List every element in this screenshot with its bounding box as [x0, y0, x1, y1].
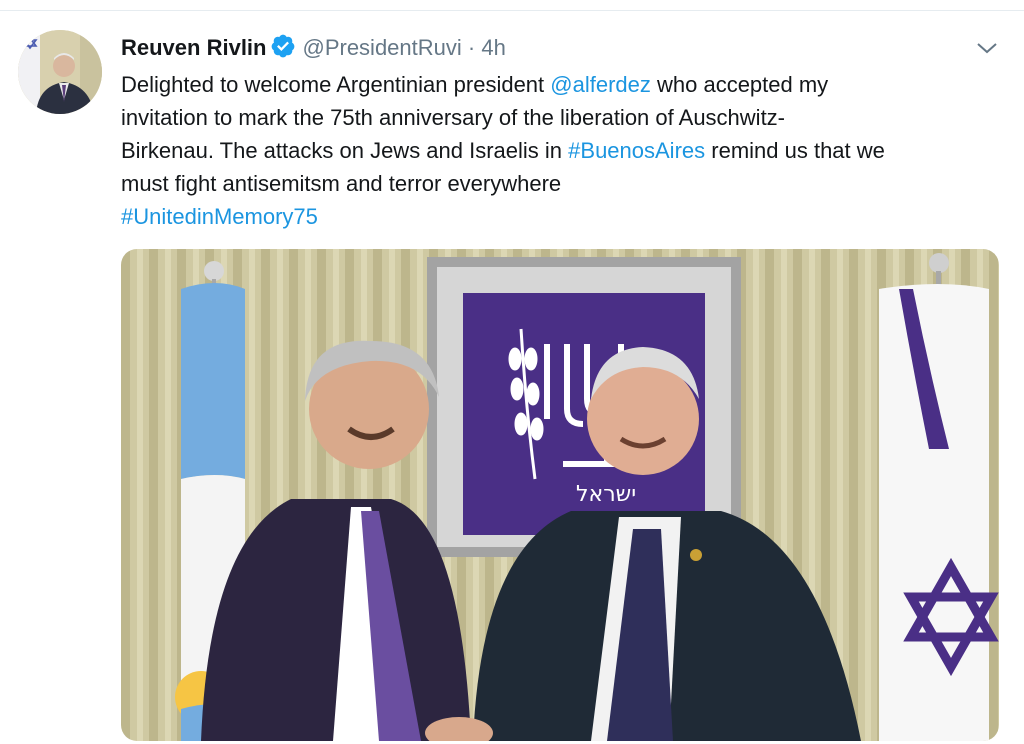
author-name[interactable]: Reuven Rivlin	[121, 35, 266, 60]
mention-link[interactable]: @alferdez	[550, 72, 651, 97]
tweet-text-segment: remind us that we	[705, 138, 885, 163]
tweet-line-5: #UnitedinMemory75	[121, 200, 1011, 233]
hashtag-link[interactable]: #UnitedinMemory75	[121, 204, 318, 229]
hashtag-link[interactable]: #BuenosAires	[568, 138, 705, 163]
tweet-header: Reuven Rivlin @PresidentRuvi · 4h	[121, 33, 506, 66]
tweet-line-3: Birkenau. The attacks on Jews and Israel…	[121, 134, 1011, 167]
tweet-line-1: Delighted to welcome Argentinian preside…	[121, 68, 1011, 101]
tweet-text: Delighted to welcome Argentinian preside…	[121, 68, 1011, 233]
top-divider	[0, 10, 1024, 11]
verified-badge-icon	[270, 33, 296, 66]
tweet-line-4: must fight antisemitsm and terror everyw…	[121, 171, 562, 196]
tweet-line-2: invitation to mark the 75th anniversary …	[121, 105, 786, 130]
chevron-down-icon[interactable]	[974, 38, 1000, 58]
tweet-text-segment: who accepted my	[650, 72, 829, 97]
tweet-text-segment: Delighted to welcome Argentinian preside…	[121, 72, 551, 97]
author-handle[interactable]: @PresidentRuvi	[302, 35, 461, 60]
avatar[interactable]	[18, 30, 102, 114]
meta-separator: ·	[467, 35, 476, 60]
avatar-image	[18, 30, 102, 114]
tweet-text-segment: Birkenau. The attacks on Jews and Israel…	[121, 138, 569, 163]
emblem-text: ישראל	[576, 482, 636, 507]
tweet-photo[interactable]: ישראל	[121, 249, 999, 741]
photo-image: ישראל	[121, 249, 999, 741]
tweet-timestamp[interactable]: 4h	[481, 35, 505, 60]
